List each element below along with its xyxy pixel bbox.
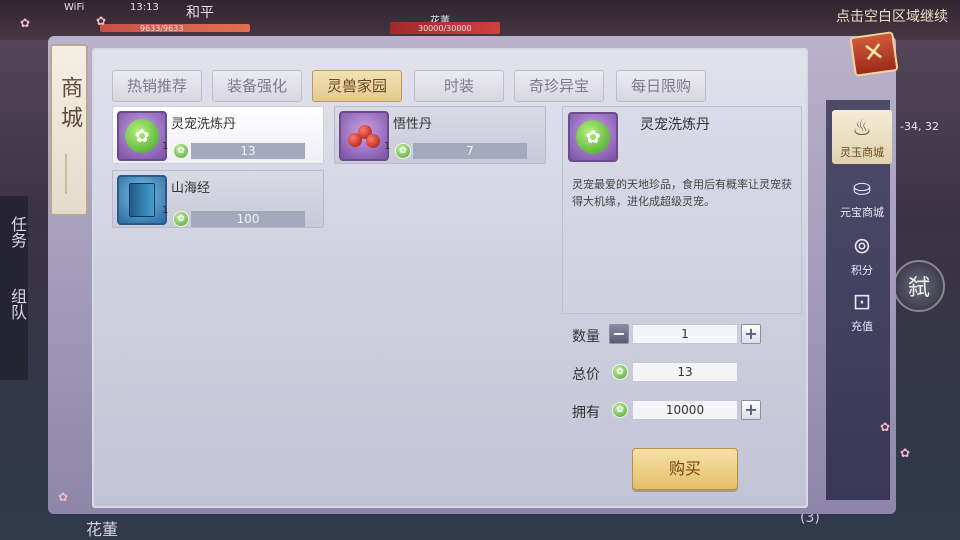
sidebar-item-ingot-shop[interactable]: ⛀ 元宝商城 [832,170,892,224]
spirit-jade-icon: ✿ [173,211,189,227]
blossom-icon: ✿ [20,16,31,30]
location-name: 和平 [186,5,214,21]
target-hp-text: 30000/30000 [418,24,472,33]
spirit-jade-icon: ✿ [612,402,628,418]
buy-button[interactable]: 购买 [632,448,738,490]
tab-equipment-enhance[interactable]: 装备强化 [212,70,302,102]
item-badge: 1 [384,141,391,152]
clock: 13:13 [130,2,159,13]
item-price: 7 [413,143,527,159]
dragon-icon: ♨ [852,116,872,141]
kill-skill-button[interactable]: 弑 [893,260,945,312]
sidebar-item-label: 元宝商城 [840,206,884,219]
sidebar-item-points[interactable]: ⊚ 积分 [832,228,892,282]
team-tab[interactable]: 组队 [5,288,29,320]
close-icon[interactable]: ✕ [849,31,899,77]
title-ornament [65,154,73,194]
shop-title-tab: 商城 [50,44,88,216]
shop-item-comprehension-pill[interactable]: 1 悟性丹 ✿ 7 [334,106,546,164]
tab-hot-sale[interactable]: 热销推荐 [112,70,202,102]
pet-paw-icon: ✿ [117,111,167,161]
shop-title: 商城 [57,76,82,136]
item-badge: 1 [162,141,169,152]
tab-fashion[interactable]: 时装 [414,70,504,102]
spirit-jade-icon: ✿ [612,364,628,380]
task-tab[interactable]: 任务 [5,216,29,248]
total-price-value: 13 [632,362,738,382]
quantity-plus-button[interactable]: + [741,324,761,344]
player-hp-text: 9633/9633 [140,24,184,33]
item-price: 100 [191,211,305,227]
wifi-status: WiFi [64,2,85,13]
shop-item-mountains-seas-classic[interactable]: 1 山海经 ✿ 100 [112,170,324,228]
detail-item-name: 灵宠洗炼丹 [640,117,710,133]
red-berries-icon [339,111,389,161]
spirit-jade-icon: ✿ [173,143,189,159]
blossom-icon: ✿ [96,14,107,28]
tab-spirit-beast-home[interactable]: 灵兽家园 [312,70,402,102]
item-badge: 1 [162,205,169,216]
sidebar-item-label: 积分 [851,264,873,277]
sidebar-item-label: 灵玉商城 [840,146,884,159]
owned-value: 10000 [632,400,738,420]
tab-rare-treasures[interactable]: 奇珍异宝 [514,70,604,102]
blossom-icon: ✿ [58,490,69,504]
recharge-plus-button[interactable]: + [741,400,761,420]
blossom-icon: ✿ [880,420,891,434]
spirit-jade-icon: ✿ [395,143,411,159]
detail-description: 灵宠最爱的天地珍品，食用后有概率让灵宠获得大机缘，进化成超级灵宠。 [572,178,792,208]
detail-pet-paw-icon: ✿ [568,112,618,162]
quantity-label: 数量 [572,329,600,345]
recharge-icon: ⊡ [852,290,872,315]
blossom-icon: ✿ [900,446,911,460]
blue-book-icon [117,175,167,225]
sidebar-item-label: 充值 [851,320,873,333]
ingot-icon: ⛀ [852,176,872,201]
player-name: 花董 [86,520,119,539]
map-coords: -34, 32 [900,120,939,133]
quantity-field[interactable]: 1 [632,324,738,344]
continue-hint[interactable]: 点击空白区域继续 [836,6,948,26]
total-price-label: 总价 [572,367,600,383]
shop-item-pet-refine-pill[interactable]: ✿ 1 灵宠洗炼丹 ✿ 13 [112,106,324,164]
points-bag-icon: ⊚ [852,234,872,259]
sidebar-item-spirit-jade-shop[interactable]: ♨ 灵玉商城 [832,110,892,164]
owned-label: 拥有 [572,405,600,421]
sidebar-item-recharge[interactable]: ⊡ 充值 [832,284,892,338]
quantity-minus-button[interactable]: − [609,324,629,344]
item-name: 山海经 [171,181,211,196]
kill-label: 弑 [907,276,930,301]
left-side-panel: 任务 组队 [0,196,28,380]
tab-daily-limited[interactable]: 每日限购 [616,70,706,102]
item-name: 灵宠洗炼丹 [171,117,237,132]
item-price: 13 [191,143,305,159]
item-name: 悟性丹 [393,117,433,132]
